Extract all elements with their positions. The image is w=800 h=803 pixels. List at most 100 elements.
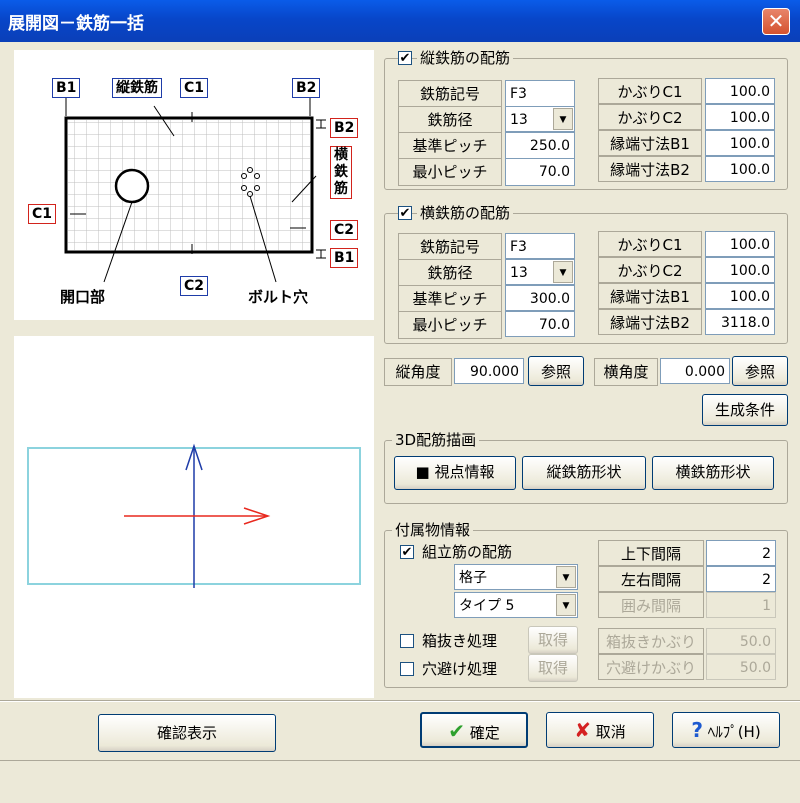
ok-button[interactable]: ✔ 確定 <box>420 712 528 748</box>
v-symbol-input[interactable]: F3 <box>505 80 575 108</box>
v-label-0: 鉄筋記号 <box>398 80 502 108</box>
preview-panel <box>14 336 374 698</box>
v-label-r0: かぶりC1 <box>598 78 702 104</box>
v-label-2: 基準ピッチ <box>398 132 502 160</box>
vertical-rebar-checkbox[interactable]: ✔ <box>398 51 412 65</box>
label-bolt-hole: ボルト穴 <box>248 288 309 306</box>
v-pitch-input[interactable]: 250.0 <box>505 132 575 160</box>
v-label-r1: かぶりC2 <box>598 104 702 130</box>
label-b2: B2 <box>292 78 321 98</box>
close-button[interactable]: ✕ <box>762 8 790 35</box>
label-b1: B1 <box>52 78 81 98</box>
h-edge-b1-input[interactable]: 100.0 <box>705 283 775 309</box>
chevron-down-icon[interactable]: ▼ <box>553 108 573 130</box>
boxout-get-button[interactable]: 取得 <box>528 626 578 654</box>
label-c2-right: C2 <box>330 220 359 240</box>
chevron-down-icon[interactable]: ▼ <box>553 261 573 283</box>
check-icon: ✔ <box>448 719 465 743</box>
window-title: 展開図－鉄筋一括 <box>8 14 144 34</box>
holeavoid-cover-input[interactable]: 50.0 <box>706 654 776 680</box>
label-vertical-rebar: 縦鉄筋 <box>112 78 162 98</box>
v-label-1: 鉄筋径 <box>398 106 502 134</box>
label-b2-right: B2 <box>330 118 359 138</box>
h-label-3: 最小ピッチ <box>398 311 502 339</box>
holeavoid-label: 穴避け処理 <box>422 660 498 678</box>
viewpoint-button[interactable]: ■ 視点情報 <box>394 456 516 490</box>
h-angle-label: 横角度 <box>594 358 658 386</box>
spacing-leftright-input[interactable]: 2 <box>706 566 776 592</box>
assembly-pattern-select[interactable]: 格子 ▼ <box>454 564 578 590</box>
h-angle-ref-button[interactable]: 参照 <box>732 356 788 386</box>
v-minpitch-input[interactable]: 70.0 <box>505 158 575 186</box>
chevron-down-icon[interactable]: ▼ <box>556 594 576 616</box>
h-diameter-value: 13 <box>510 265 528 281</box>
chevron-down-icon[interactable]: ▼ <box>556 566 576 588</box>
spacing-surround-input[interactable]: 1 <box>706 592 776 618</box>
h-label-r2: 縁端寸法B1 <box>598 283 702 309</box>
v-angle-label: 縦角度 <box>384 358 452 386</box>
h-cover-c2-input[interactable]: 100.0 <box>705 257 775 283</box>
h-angle-input[interactable]: 0.000 <box>660 358 730 384</box>
h-diameter-select[interactable]: 13 ▼ <box>505 259 575 285</box>
v-angle-input[interactable]: 90.000 <box>454 358 524 384</box>
cancel-button[interactable]: ✘ 取消 <box>546 712 654 748</box>
help-button-label: ﾍﾙﾌﾟ(H) <box>707 723 761 741</box>
holeavoid-checkbox[interactable] <box>400 662 414 676</box>
boxout-checkbox[interactable] <box>400 634 414 648</box>
horizontal-shape-button[interactable]: 横鉄筋形状 <box>652 456 774 490</box>
rebar-grid <box>68 120 310 250</box>
boxout-cover-input[interactable]: 50.0 <box>706 628 776 654</box>
label-c2-bottom: C2 <box>180 276 209 296</box>
diagram-panel: B1 B2 縦鉄筋 C1 B2 横鉄筋 C1 C2 B1 C2 開口部 ボルト穴 <box>14 50 374 320</box>
cross-icon: ✘ <box>574 718 591 742</box>
assembly-label: 組立筋の配筋 <box>422 543 513 561</box>
h-pitch-input[interactable]: 300.0 <box>505 285 575 311</box>
assembly-checkbox[interactable]: ✔ <box>400 545 414 559</box>
generate-conditions-button[interactable]: 生成条件 <box>702 394 788 426</box>
spacing-label-2: 囲み間隔 <box>598 592 704 618</box>
h-label-r3: 縁端寸法B2 <box>598 309 702 335</box>
label-c1-left: C1 <box>28 204 57 224</box>
assembly-type-select[interactable]: タイプ 5 ▼ <box>454 592 578 618</box>
h-label-2: 基準ピッチ <box>398 285 502 313</box>
accessory-title: 付属物情報 <box>392 519 474 540</box>
label-b1-right: B1 <box>330 248 359 268</box>
h-cover-c1-input[interactable]: 100.0 <box>705 231 775 257</box>
holeavoid-get-button[interactable]: 取得 <box>528 654 578 682</box>
v-label-3: 最小ピッチ <box>398 158 502 186</box>
spacing-label-1: 左右間隔 <box>598 566 704 592</box>
h-symbol-input[interactable]: F3 <box>505 233 575 259</box>
v-diameter-value: 13 <box>510 112 528 128</box>
confirm-view-button[interactable]: 確認表示 <box>98 714 276 752</box>
separator <box>0 700 800 702</box>
h-minpitch-input[interactable]: 70.0 <box>505 311 575 337</box>
opening-circle <box>114 168 150 204</box>
h-label-r1: かぶりC2 <box>598 257 702 283</box>
holeavoid-cover-label: 穴避けかぶり <box>598 654 704 680</box>
label-horizontal-rebar: 横鉄筋 <box>330 146 352 199</box>
h-edge-b2-input[interactable]: 3118.0 <box>705 309 775 335</box>
boxout-label: 箱抜き処理 <box>422 632 498 650</box>
v-diameter-select[interactable]: 13 ▼ <box>505 106 575 132</box>
boxout-cover-label: 箱抜きかぶり <box>598 628 704 654</box>
question-icon: ? <box>691 718 703 742</box>
v-label-r2: 縁端寸法B1 <box>598 130 702 156</box>
preview-canvas <box>27 443 361 588</box>
v-cover-c1-input[interactable]: 100.0 <box>705 78 775 104</box>
h-label-r0: かぶりC1 <box>598 231 702 257</box>
spacing-label-0: 上下間隔 <box>598 540 704 566</box>
horizontal-rebar-checkbox[interactable]: ✔ <box>398 206 412 220</box>
vertical-rebar-title: 縦鉄筋の配筋 <box>417 47 514 68</box>
v-edge-b2-input[interactable]: 100.0 <box>705 156 775 182</box>
draw3d-title: 3D配筋描画 <box>392 429 480 450</box>
help-button[interactable]: ? ﾍﾙﾌﾟ(H) <box>672 712 780 748</box>
v-label-r3: 縁端寸法B2 <box>598 156 702 182</box>
v-angle-ref-button[interactable]: 参照 <box>528 356 584 386</box>
spacing-updown-input[interactable]: 2 <box>706 540 776 566</box>
label-opening: 開口部 <box>60 288 106 306</box>
v-cover-c2-input[interactable]: 100.0 <box>705 104 775 130</box>
v-edge-b1-input[interactable]: 100.0 <box>705 130 775 156</box>
assembly-type-value: タイプ 5 <box>459 598 515 614</box>
h-label-1: 鉄筋径 <box>398 259 502 287</box>
vertical-shape-button[interactable]: 縦鉄筋形状 <box>522 456 646 490</box>
